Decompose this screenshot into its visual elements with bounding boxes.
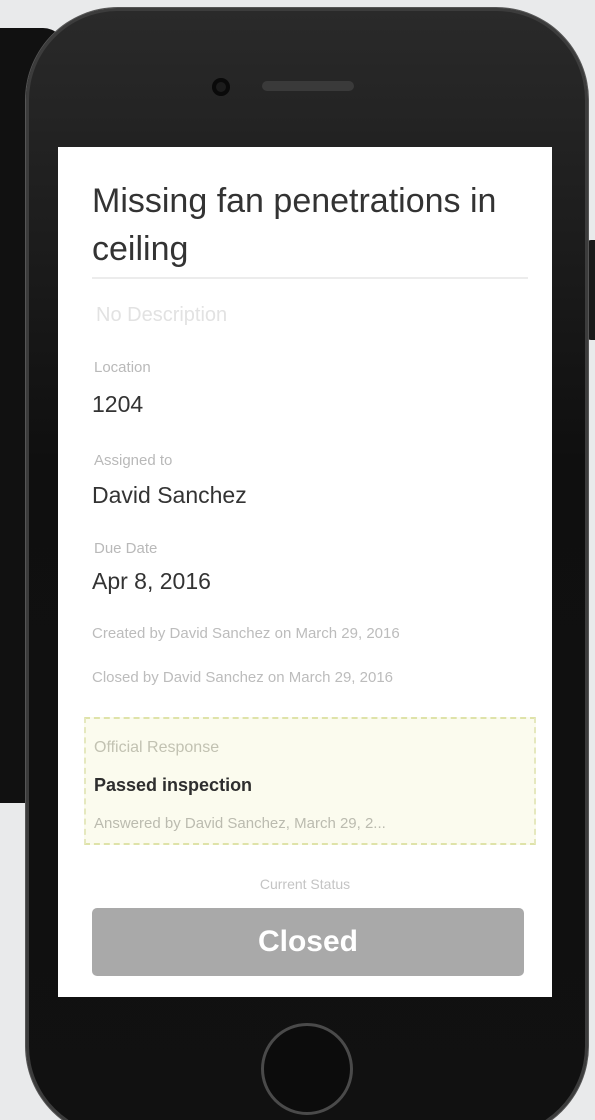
due-date-value[interactable]: Apr 8, 2016 bbox=[92, 568, 211, 595]
background-device-edge bbox=[587, 240, 595, 340]
issue-detail-screen: Missing fan penetrations in ceiling No D… bbox=[58, 147, 552, 997]
created-info: Created by David Sanchez on March 29, 20… bbox=[92, 625, 400, 642]
title-divider bbox=[92, 277, 528, 279]
camera-icon bbox=[212, 78, 230, 96]
speaker-grille bbox=[262, 81, 354, 91]
official-response-label: Official Response bbox=[94, 739, 220, 756]
photo-scene: Missing fan penetrations in ceiling No D… bbox=[0, 0, 595, 1120]
official-response-box[interactable]: Official Response Passed inspection Answ… bbox=[84, 717, 536, 845]
location-label: Location bbox=[94, 359, 151, 376]
assigned-to-value[interactable]: David Sanchez bbox=[92, 482, 247, 509]
description-placeholder[interactable]: No Description bbox=[96, 304, 227, 327]
assigned-to-label: Assigned to bbox=[94, 452, 173, 469]
official-response-text: Passed inspection bbox=[94, 775, 253, 795]
status-closed-button[interactable]: Closed bbox=[92, 908, 524, 976]
due-date-label: Due Date bbox=[94, 540, 158, 557]
closed-info: Closed by David Sanchez on March 29, 201… bbox=[92, 669, 394, 686]
location-value[interactable]: 1204 bbox=[92, 391, 143, 418]
current-status-label: Current Status bbox=[259, 876, 351, 892]
official-response-answered: Answered by David Sanchez, March 29, 2..… bbox=[94, 815, 386, 832]
home-button[interactable] bbox=[261, 1023, 353, 1115]
issue-title: Missing fan penetrations in ceiling bbox=[92, 182, 497, 268]
